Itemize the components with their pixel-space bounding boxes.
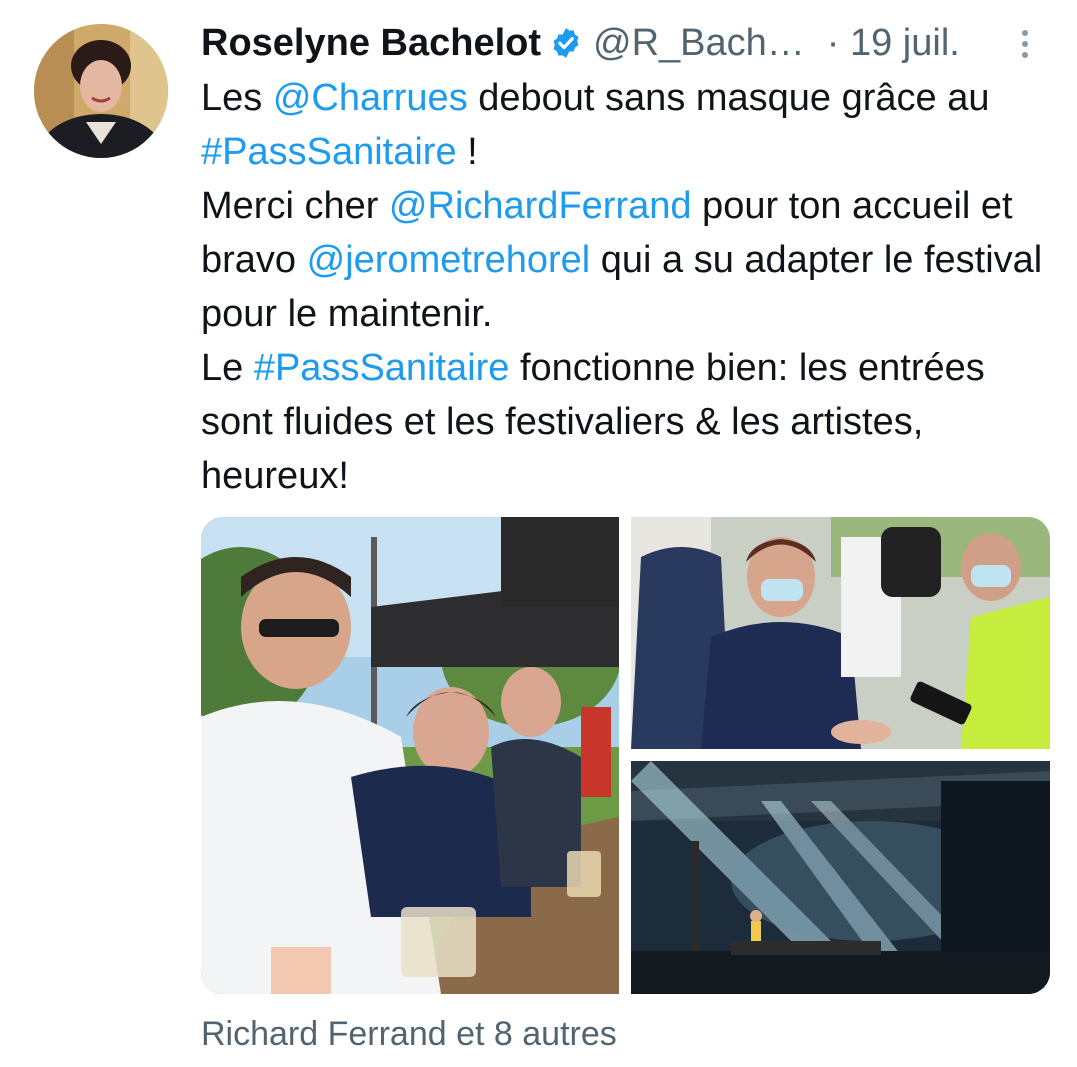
more-vertical-icon[interactable] bbox=[1012, 26, 1038, 62]
mention-link[interactable]: @RichardFerrand bbox=[389, 185, 692, 227]
author-avatar[interactable] bbox=[34, 24, 168, 158]
tweet-media-grid bbox=[201, 517, 1050, 994]
hashtag-link[interactable]: #PassSanitaire bbox=[254, 347, 510, 389]
tweet-text-segment: Les bbox=[201, 77, 273, 119]
tweet-date[interactable]: · 19 juil. bbox=[827, 22, 960, 65]
photo-pass-check[interactable] bbox=[631, 517, 1050, 749]
likes-summary[interactable]: Richard Ferrand et 8 autres bbox=[201, 1015, 617, 1054]
tweet-text-segment: ! bbox=[456, 131, 478, 173]
author-name[interactable]: Roselyne Bachelot bbox=[201, 22, 541, 65]
tweet-text-segment: Merci cher bbox=[201, 185, 389, 227]
mention-link[interactable]: @jerometrehorel bbox=[307, 239, 591, 281]
tweet-text-segment: Le bbox=[201, 347, 254, 389]
tweet-header: Roselyne Bachelot @R_Bach… · 19 juil. bbox=[201, 18, 1041, 68]
verified-badge-icon bbox=[553, 28, 579, 58]
author-handle[interactable]: @R_Bach… bbox=[593, 22, 805, 65]
hashtag-link[interactable]: #PassSanitaire bbox=[201, 131, 457, 173]
photo-terrace[interactable] bbox=[201, 517, 619, 994]
tweet-text-segment: debout sans masque grâce au bbox=[467, 77, 990, 119]
mention-link[interactable]: @Charrues bbox=[273, 77, 468, 119]
photo-concert-stage[interactable] bbox=[631, 761, 1050, 994]
tweet-text: Les @Charrues debout sans masque grâce a… bbox=[201, 71, 1051, 503]
